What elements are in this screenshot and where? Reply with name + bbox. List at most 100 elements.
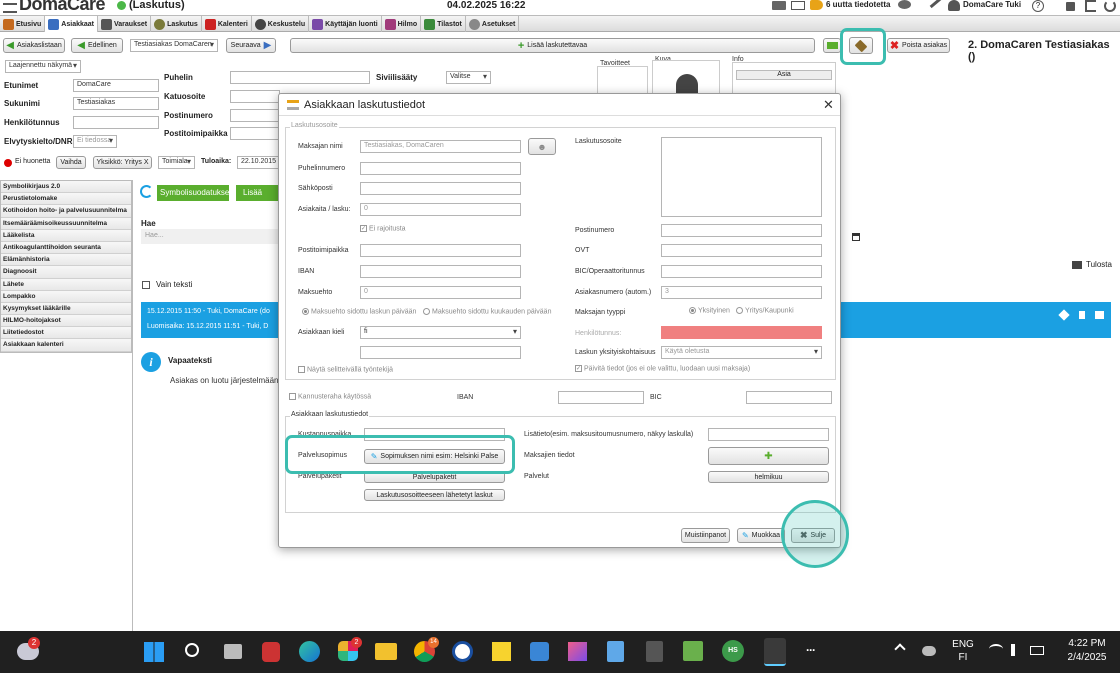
services-button[interactable]: helmikuu [708,471,829,483]
mail-icon[interactable] [791,1,805,10]
street-field[interactable] [230,90,280,103]
print-entry-icon[interactable] [1095,311,1104,319]
notes-button[interactable]: Muistiinpanot [681,528,730,543]
extra-field[interactable] [360,346,521,359]
notepad-icon[interactable] [607,641,624,662]
tab-asetukset[interactable]: Asetukset [466,16,520,32]
extra-info-field[interactable] [708,428,829,441]
payment-term-stepper[interactable]: 0 [360,286,521,299]
sidebar-item-symbolikirjaus[interactable]: Symbolikirjaus 2.0 [1,181,131,194]
payer-iban-field[interactable] [360,265,521,278]
radio-month-day[interactable] [423,308,430,315]
start-icon[interactable] [144,642,164,662]
charts-app-icon[interactable] [683,641,703,661]
chevron-up-icon[interactable] [894,643,906,655]
sidebar-item-itsemaaraamis[interactable]: Itsemääräämisoikeussuunnitelma [1,217,131,230]
volume-icon[interactable] [1011,644,1021,656]
sidebar-item-hoitosuunnitelma[interactable]: Kotihoidon hoito- ja palvelusuunnitelma [1,205,131,218]
sidebar-item-lahete[interactable]: Lähete [1,278,131,291]
delete-entry-icon[interactable] [1079,311,1085,319]
update-info-option[interactable]: ✓ Päivitä tiedot (jos ei ole valittu, luo… [575,365,750,372]
edge-icon[interactable] [299,641,320,662]
language-indicator[interactable]: ENG FI [948,638,978,664]
tab-etusivu[interactable]: Etusivu [0,16,46,32]
select-payer-button[interactable]: ☻ [528,138,556,155]
postcode-field[interactable] [230,109,280,122]
marital-select[interactable]: Valitse [446,71,491,84]
user-name[interactable]: DomaCare Tuki [963,0,1021,9]
help-icon[interactable]: ? [1032,0,1044,12]
payer-postcode-field[interactable] [661,224,822,237]
update-info-checkbox[interactable]: ✓ [575,365,582,372]
tab-keskustelu[interactable]: Keskustelu [252,16,310,32]
add-payer-button[interactable]: ✚ [708,447,829,465]
sticky-notes-icon[interactable] [492,642,511,661]
payer-email-field[interactable] [360,182,521,195]
office-select[interactable]: Toimiala [158,156,195,169]
bic-field[interactable] [746,391,832,404]
sidebar-item-lompakko[interactable]: Lompakko [1,290,131,303]
tab-varaukset[interactable]: Varaukset [98,16,152,32]
change-button[interactable]: Vaihda [56,156,86,169]
refresh-icon[interactable] [1104,0,1116,12]
dialog-close-icon[interactable]: ✕ [823,97,834,113]
calendar-small-icon[interactable] [852,233,860,241]
previous-button[interactable]: ◀ Edellinen [71,38,123,53]
sidebar-item-kysymykset[interactable]: Kysymykset lääkärille [1,302,131,316]
tab-laskutus[interactable]: Laskutus [151,16,202,32]
app-icon-1[interactable] [262,642,280,662]
postoffice-field[interactable] [230,127,280,140]
more-apps-icon[interactable]: ··· [806,643,822,657]
app-menu-icon[interactable] [3,3,17,13]
symbol-filter-button[interactable]: Symbolisuodatukset [157,185,229,201]
billing-address-textarea[interactable] [661,137,822,217]
sidebar-item-liitetiedostot[interactable]: Liitetiedostot [1,327,131,340]
chat-bubble-icon[interactable] [898,0,911,9]
sidebar-item-antikoagulantti[interactable]: Antikoagulanttihoidon seuranta [1,241,131,255]
ssn-field[interactable] [73,116,159,129]
print-icon[interactable] [1072,261,1082,269]
wifi-icon[interactable] [989,644,1003,654]
lock-icon[interactable] [1066,2,1075,11]
toolbox-icon[interactable] [772,1,786,10]
kanta-option[interactable]: Kannusteraha käytössä [289,393,371,400]
tab-tilastot[interactable]: Tilastot [421,16,466,32]
user-icon[interactable] [948,0,960,11]
unlimited-checkbox[interactable]: ✓ [360,225,367,232]
language-select[interactable]: fi [360,326,521,339]
battery-icon[interactable] [1030,646,1044,655]
folder-icon[interactable] [375,643,397,660]
revival-select[interactable]: Ei tiedossa [73,135,117,148]
search-input[interactable]: Hae... [141,229,279,244]
term-option-invoice-day[interactable]: Maksuehto sidottu laskun päivään [302,308,416,315]
cloud-icon[interactable] [922,646,936,656]
unit-button[interactable]: Yksikkö: Yritys X [93,156,152,169]
print-link[interactable]: Tulosta [1086,260,1112,269]
invoice-time-field[interactable]: 0 [360,203,521,216]
tab-kayttajan-luonti[interactable]: Käyttäjän luonti [309,16,382,32]
payer-ssn-field-error[interactable] [661,326,822,339]
unlimited-option[interactable]: ✓ Ei rajoitusta [360,225,406,232]
calculator-icon[interactable] [646,641,663,662]
radio-company[interactable] [736,307,743,314]
payer-name-field[interactable]: Testiasiakas, DomaCaren [360,140,521,153]
notifications-link[interactable]: 6 uutta tiedotetta [826,0,890,9]
megaphone-icon[interactable] [810,0,823,10]
arrival-field[interactable]: 22.10.2015 [237,156,279,169]
add-billable-button[interactable]: + Lisää laskutettavaa [290,38,815,53]
privacy-select[interactable]: Käytä oletusta [661,346,822,359]
ovt-field[interactable] [661,244,822,257]
view-select[interactable]: Laajennettu näkymä [5,60,81,73]
firstname-field[interactable]: DomaCare [73,79,159,92]
card-button[interactable] [823,38,841,53]
logout-icon[interactable] [1085,0,1096,12]
payer-type-private[interactable]: Yksityinen [689,307,730,314]
radio-invoice-day[interactable] [302,308,309,315]
password-manager-icon[interactable] [452,641,473,662]
radio-private[interactable] [689,307,696,314]
sidebar-item-elamanhistoria[interactable]: Elämänhistoria [1,254,131,267]
pencil-icon[interactable] [929,0,943,9]
sent-invoices-button[interactable]: Laskutusosoitteeseen lähetetyt laskut [364,489,505,501]
jetbrains-icon[interactable] [568,642,587,661]
tab-asiakkaat[interactable]: Asiakkaat [45,16,98,32]
